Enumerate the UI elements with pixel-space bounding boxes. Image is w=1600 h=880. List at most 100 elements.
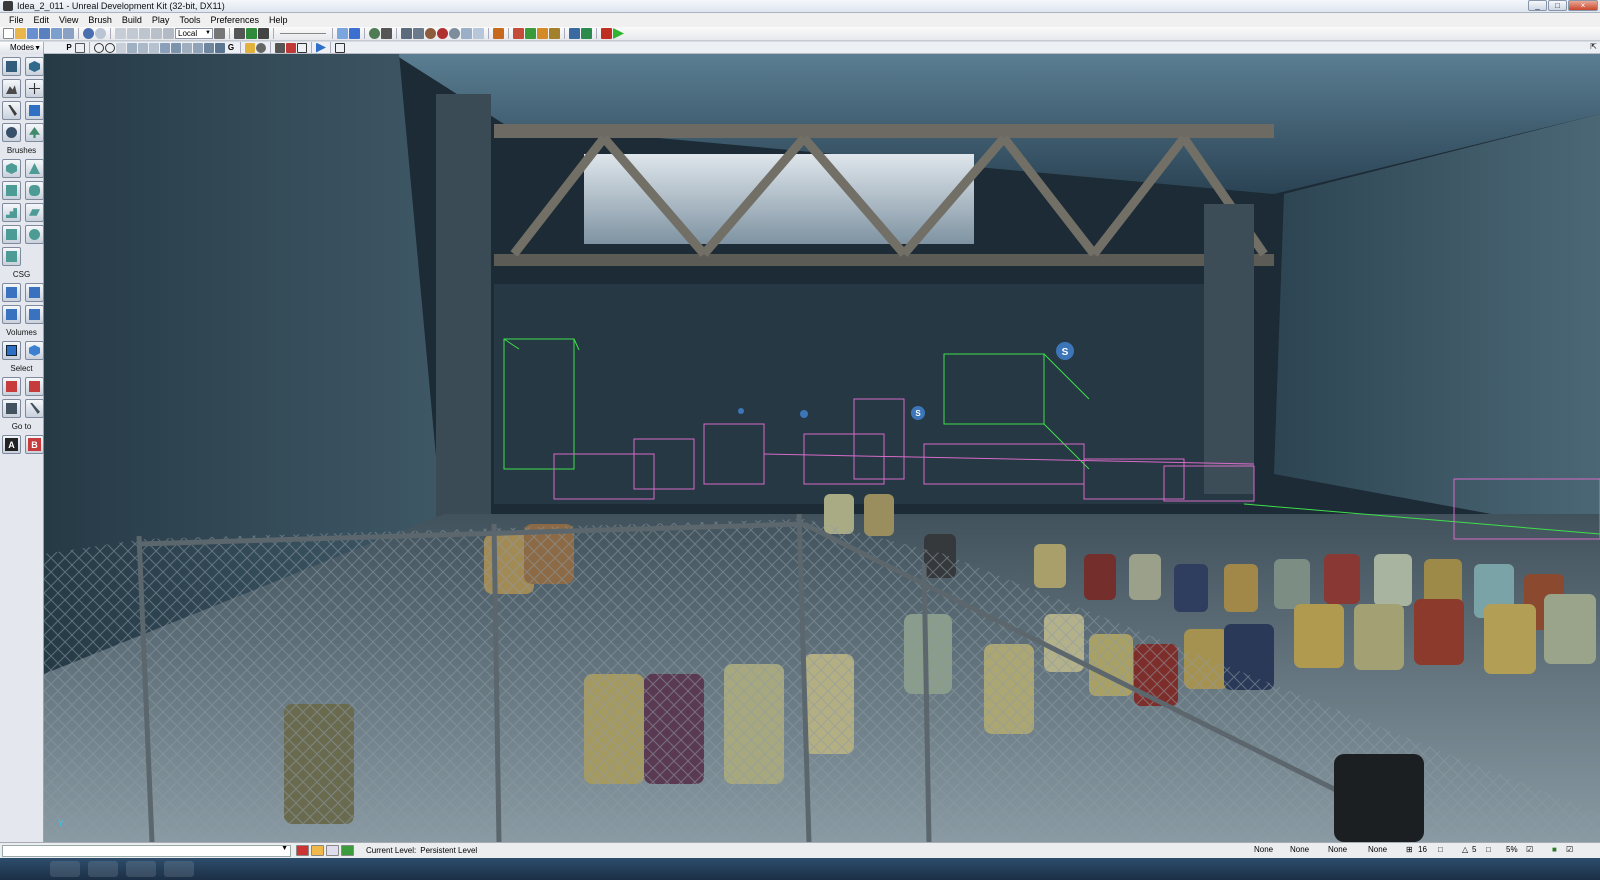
- menu-file[interactable]: File: [4, 13, 29, 27]
- mesh-paint-button[interactable]: [2, 101, 21, 120]
- drag-grid-slider[interactable]: [278, 28, 328, 39]
- goto-builder-brush-button[interactable]: B: [25, 435, 44, 454]
- snap-toggle-icon[interactable]: [311, 845, 324, 856]
- build-all-icon[interactable]: [437, 28, 448, 39]
- launch-icon[interactable]: [581, 28, 592, 39]
- kismet-debug-icon[interactable]: [601, 28, 612, 39]
- menu-build[interactable]: Build: [117, 13, 147, 27]
- drag-grid-toggle-icon[interactable]: [296, 845, 309, 856]
- record-icon[interactable]: [286, 42, 296, 53]
- toggle-grid-icon[interactable]: [337, 28, 348, 39]
- redo-icon[interactable]: [95, 28, 106, 39]
- maximize-viewport-icon[interactable]: [75, 42, 85, 53]
- camera-mode-button[interactable]: [2, 57, 21, 76]
- matinee-icon[interactable]: [493, 28, 504, 39]
- sound-marker[interactable]: S: [915, 409, 921, 418]
- volume-list-button[interactable]: [25, 341, 44, 360]
- kismet-icon[interactable]: [234, 28, 245, 39]
- menu-edit[interactable]: Edit: [29, 13, 55, 27]
- curved-stair-button[interactable]: [2, 181, 21, 200]
- dock-icon[interactable]: ⇱: [1590, 42, 1597, 51]
- save-all-icon[interactable]: [39, 28, 50, 39]
- menu-preferences[interactable]: Preferences: [205, 13, 264, 27]
- geometry-mode-button[interactable]: [25, 57, 44, 76]
- cylinder-brush-button[interactable]: [25, 181, 44, 200]
- frame-icon[interactable]: [297, 42, 307, 53]
- goto-actor-button[interactable]: A: [2, 435, 21, 454]
- texture-density-icon[interactable]: [171, 42, 181, 53]
- menu-view[interactable]: View: [54, 13, 83, 27]
- toggle-realtime-icon[interactable]: [349, 28, 360, 39]
- scale-value[interactable]: 5%: [1506, 845, 1518, 854]
- menu-play[interactable]: Play: [147, 13, 175, 27]
- translate-mode-icon[interactable]: [127, 28, 138, 39]
- taskbar-item[interactable]: [126, 861, 156, 877]
- lock-icon[interactable]: [245, 42, 255, 53]
- select-invert-button[interactable]: [2, 399, 21, 418]
- close-button[interactable]: ×: [1568, 0, 1598, 11]
- build-lighting-icon[interactable]: [401, 28, 412, 39]
- shader-complexity-icon[interactable]: [182, 42, 192, 53]
- volumetric-brush-button[interactable]: [2, 247, 21, 266]
- lit-icon[interactable]: [127, 42, 137, 53]
- mobile-preview-icon[interactable]: [569, 28, 580, 39]
- save-status-icon[interactable]: ■: [1552, 845, 1557, 854]
- open-icon[interactable]: [15, 28, 26, 39]
- build-covernodes-icon[interactable]: [425, 28, 436, 39]
- perspective-icon[interactable]: P: [64, 43, 74, 53]
- popout-icon[interactable]: [335, 42, 345, 53]
- hide-selected-button[interactable]: [25, 377, 44, 396]
- perspective-viewport[interactable]: S S Y: [44, 54, 1600, 842]
- rotate-mode-icon[interactable]: [139, 28, 150, 39]
- add-volume-button[interactable]: [2, 341, 21, 360]
- linear-stair-button[interactable]: [2, 203, 21, 222]
- app-icon[interactable]: [3, 1, 13, 11]
- build-geometry-icon[interactable]: [369, 28, 380, 39]
- cube-brush-button[interactable]: [2, 159, 21, 178]
- terrain-mode-button[interactable]: [2, 79, 21, 98]
- menu-tools[interactable]: Tools: [174, 13, 205, 27]
- grid-size-value[interactable]: 16: [1418, 845, 1427, 854]
- lightmap-density-icon[interactable]: [193, 42, 203, 53]
- cone-brush-button[interactable]: [25, 159, 44, 178]
- reflections-icon[interactable]: [215, 42, 225, 53]
- build-submit-icon[interactable]: [449, 28, 460, 39]
- spiral-stair-button[interactable]: [2, 225, 21, 244]
- taskbar-item[interactable]: [88, 861, 118, 877]
- save-current-icon[interactable]: [63, 28, 74, 39]
- sphere-brush-button[interactable]: [25, 225, 44, 244]
- command-input[interactable]: ▼: [2, 844, 291, 857]
- binoculars-icon[interactable]: [214, 28, 225, 39]
- maximize-button[interactable]: □: [1548, 0, 1567, 11]
- csg-intersect-button[interactable]: [2, 305, 21, 324]
- new-icon[interactable]: [3, 28, 14, 39]
- grid-icon[interactable]: ⊞: [1406, 845, 1413, 854]
- camera-icon[interactable]: [275, 42, 285, 53]
- play-on-pc-icon[interactable]: [537, 28, 548, 39]
- angle-icon[interactable]: △: [1462, 845, 1468, 854]
- nonuniform-scale-icon[interactable]: [163, 28, 174, 39]
- play-on-console-icon[interactable]: [549, 28, 560, 39]
- select-mode-icon[interactable]: [115, 28, 126, 39]
- undo-icon[interactable]: [83, 28, 94, 39]
- show-all-button[interactable]: [25, 399, 44, 418]
- static-mesh-mode-button[interactable]: [2, 123, 21, 142]
- checkbox-icon[interactable]: ☑: [1566, 845, 1573, 854]
- generic-browser-icon[interactable]: [258, 28, 269, 39]
- minimize-button[interactable]: _: [1528, 0, 1547, 11]
- sheet-brush-button[interactable]: [25, 203, 44, 222]
- scale-snap-icon[interactable]: □: [1486, 845, 1491, 854]
- realtime-play-icon[interactable]: [316, 42, 326, 53]
- light-complexity-icon[interactable]: [160, 42, 170, 53]
- title-bar[interactable]: Idea_2_011 - Unreal Development Kit (32-…: [0, 0, 1600, 13]
- save-as-icon[interactable]: [51, 28, 62, 39]
- menu-help[interactable]: Help: [264, 13, 293, 27]
- modes-header[interactable]: Modes ▼: [0, 41, 44, 54]
- unlit-icon[interactable]: [116, 42, 126, 53]
- save-icon[interactable]: [27, 28, 38, 39]
- build-paths-icon[interactable]: [413, 28, 424, 39]
- content-browser-icon[interactable]: [246, 28, 257, 39]
- play-icon[interactable]: [613, 28, 624, 39]
- coordinate-system-dropdown[interactable]: Local ▼: [175, 28, 213, 39]
- current-level-value[interactable]: Persistent Level: [420, 846, 477, 855]
